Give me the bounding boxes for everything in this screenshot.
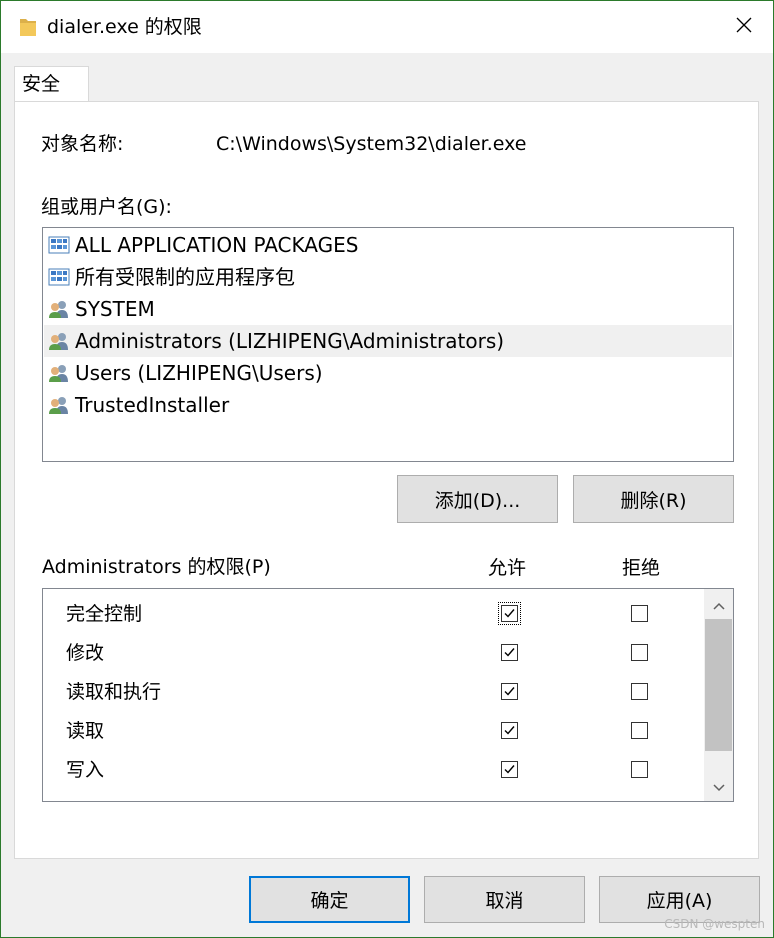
permission-name: 读取和执行 — [66, 681, 162, 703]
list-item-label: Administrators (LIZHIPENG\Administrators… — [75, 329, 505, 353]
chevron-up-icon — [712, 595, 725, 614]
close-icon — [736, 17, 752, 37]
permission-name: 写入 — [66, 759, 105, 781]
user-group-icon — [48, 331, 70, 351]
security-panel: 对象名称: C:\Windows\System32\dialer.exe 组或用… — [14, 101, 759, 859]
groups-label: 组或用户名(G): — [41, 196, 172, 218]
permissions-label: Administrators 的权限(P) — [42, 556, 271, 578]
ok-button[interactable]: 确定 — [249, 876, 410, 923]
permission-name: 读取 — [66, 720, 105, 742]
permission-row: 写入 — [43, 751, 703, 790]
permission-row: 修改 — [43, 634, 703, 673]
add-button[interactable]: 添加(D)... — [397, 475, 558, 523]
permission-row: 读取 — [43, 712, 703, 751]
watermark-text: CSDN @wespten — [664, 917, 765, 931]
list-item[interactable]: TrustedInstaller — [44, 389, 732, 421]
window-title: dialer.exe 的权限 — [47, 16, 202, 38]
permission-name: 修改 — [66, 642, 105, 664]
list-item[interactable]: 所有受限制的应用程序包 — [44, 261, 732, 293]
apply-button[interactable]: 应用(A) — [599, 876, 760, 923]
user-group-icon — [48, 363, 70, 383]
allow-checkbox[interactable] — [501, 761, 518, 778]
package-group-icon — [48, 267, 70, 287]
list-item[interactable]: SYSTEM — [44, 293, 732, 325]
deny-column-header: 拒绝 — [622, 557, 661, 579]
folder-icon — [19, 16, 37, 38]
close-button[interactable] — [715, 1, 773, 53]
object-name-value: C:\Windows\System32\dialer.exe — [216, 133, 527, 155]
deny-checkbox[interactable] — [631, 605, 648, 622]
tab-security[interactable]: 安全 — [14, 66, 89, 101]
permission-row: 读取和执行 — [43, 673, 703, 712]
list-item[interactable]: Users (LIZHIPENG\Users) — [44, 357, 732, 389]
allow-checkbox[interactable] — [501, 605, 518, 622]
permissions-dialog: dialer.exe 的权限 安全 对象名称: C:\Windows\Syste… — [0, 0, 774, 938]
chevron-down-icon — [712, 777, 725, 796]
groups-listbox[interactable]: ALL APPLICATION PACKAGES 所有受限制的应用程序包 SYS… — [42, 227, 734, 462]
package-group-icon — [48, 235, 70, 255]
allow-checkbox[interactable] — [501, 683, 518, 700]
list-item[interactable]: ALL APPLICATION PACKAGES — [44, 229, 732, 261]
deny-checkbox[interactable] — [631, 761, 648, 778]
scrollbar-thumb[interactable] — [705, 619, 732, 751]
permissions-scrollbar[interactable] — [704, 589, 733, 801]
list-item-label: ALL APPLICATION PACKAGES — [75, 233, 359, 257]
scroll-down-button[interactable] — [704, 771, 733, 801]
deny-checkbox[interactable] — [631, 683, 648, 700]
list-item-label: Users (LIZHIPENG\Users) — [75, 361, 323, 385]
scroll-up-button[interactable] — [704, 589, 733, 619]
remove-button[interactable]: 删除(R) — [573, 475, 734, 523]
allow-column-header: 允许 — [488, 557, 527, 579]
list-item-label: 所有受限制的应用程序包 — [75, 265, 295, 289]
allow-checkbox[interactable] — [501, 644, 518, 661]
user-group-icon — [48, 299, 70, 319]
user-group-icon — [48, 395, 70, 415]
list-item-selected[interactable]: Administrators (LIZHIPENG\Administrators… — [44, 325, 732, 357]
deny-checkbox[interactable] — [631, 722, 648, 739]
permission-name: 完全控制 — [66, 603, 143, 625]
title-bar: dialer.exe 的权限 — [1, 1, 773, 53]
tab-strip: 安全 — [1, 53, 773, 102]
cancel-button[interactable]: 取消 — [424, 876, 585, 923]
object-name-label: 对象名称: — [41, 133, 124, 155]
allow-checkbox[interactable] — [501, 722, 518, 739]
permissions-list: 完全控制 修改 读取和执行 读取 写入 — [42, 588, 734, 802]
permission-row: 完全控制 — [43, 595, 703, 634]
list-item-label: TrustedInstaller — [75, 393, 230, 417]
deny-checkbox[interactable] — [631, 644, 648, 661]
list-item-label: SYSTEM — [75, 297, 155, 321]
